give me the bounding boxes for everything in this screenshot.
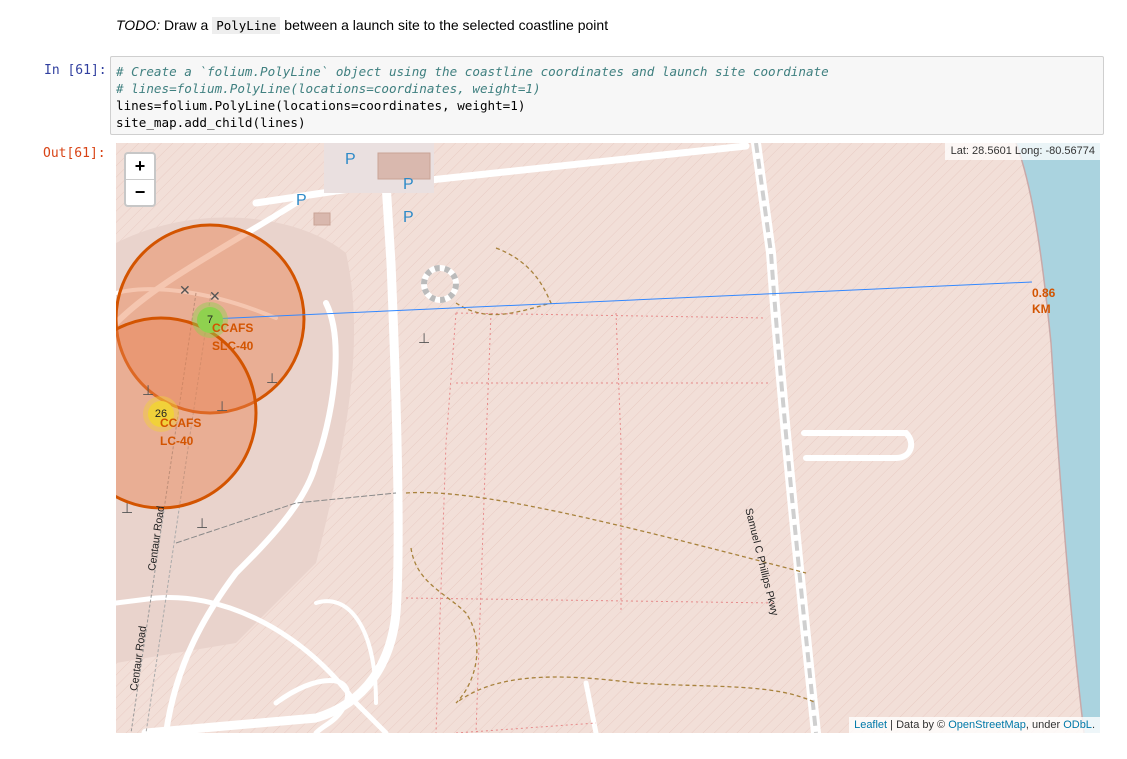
svg-text:✕: ✕	[179, 283, 191, 299]
todo-text-before: Draw a	[160, 17, 213, 33]
zoom-control: + −	[124, 152, 156, 207]
distance-label: 0.86 KM	[1032, 286, 1056, 316]
parking-icon-4: P	[296, 192, 307, 209]
odbl-link[interactable]: ODbL	[1063, 719, 1092, 731]
folium-map[interactable]: P P P P ⊥ ⊥ ⊥ ⊥ ⊥ ⊥ ✕ ✕ 7 CCAFS SLC-40 26 CCA…	[116, 143, 1100, 733]
launch-site-label-slc40: CCAFS SLC-40	[212, 321, 254, 353]
attribution-sep-1: | Data by ©	[887, 719, 949, 731]
todo-text-after: between a launch site to the selected co…	[280, 17, 609, 33]
svg-text:⊥: ⊥	[216, 399, 228, 415]
code-line-4: site_map.add_child(lines)	[116, 115, 306, 130]
code-line-2: # lines=folium.PolyLine(locations=coordi…	[116, 81, 541, 96]
todo-label: TODO:	[116, 17, 161, 33]
svg-text:⊥: ⊥	[418, 331, 430, 347]
building-small	[313, 212, 331, 226]
inline-code: PolyLine	[212, 17, 281, 34]
attribution-sep-2: , under	[1025, 719, 1064, 731]
code-cell-editor[interactable]: # Create a `folium.PolyLine` object usin…	[110, 56, 1104, 135]
parking-icon-2: P	[403, 176, 414, 193]
input-prompt: In [61]:	[44, 63, 107, 78]
svg-text:⊥: ⊥	[142, 383, 154, 399]
code-line-3: lines=folium.PolyLine(locations=coordina…	[116, 98, 526, 113]
output-prompt: Out[61]:	[43, 146, 106, 161]
map-attribution: Leaflet | Data by © OpenStreetMap, under…	[849, 717, 1100, 733]
mouse-position-readout: Lat: 28.5601 Long: -80.56774	[944, 143, 1100, 160]
leaflet-link[interactable]: Leaflet	[854, 719, 887, 731]
attribution-end: .	[1091, 719, 1095, 731]
markdown-todo: TODO: Draw a PolyLine between a launch s…	[116, 17, 609, 34]
code-line-1: # Create a `folium.PolyLine` object usin…	[116, 64, 829, 79]
svg-text:⊥: ⊥	[196, 516, 208, 532]
zoom-out-button[interactable]: −	[126, 179, 154, 205]
svg-text:⊥: ⊥	[266, 371, 278, 387]
map-tiles[interactable]: P P P P ⊥⊥⊥ ⊥⊥⊥ ✕ ✕	[116, 143, 1100, 733]
svg-text:⊥: ⊥	[121, 501, 133, 517]
parking-icon-1: P	[345, 151, 356, 168]
parking-icon-3: P	[403, 209, 414, 226]
openstreetmap-link[interactable]: OpenStreetMap	[948, 719, 1026, 731]
launch-site-label-lc40: CCAFS LC-40	[160, 416, 202, 448]
zoom-in-button[interactable]: +	[126, 154, 154, 179]
